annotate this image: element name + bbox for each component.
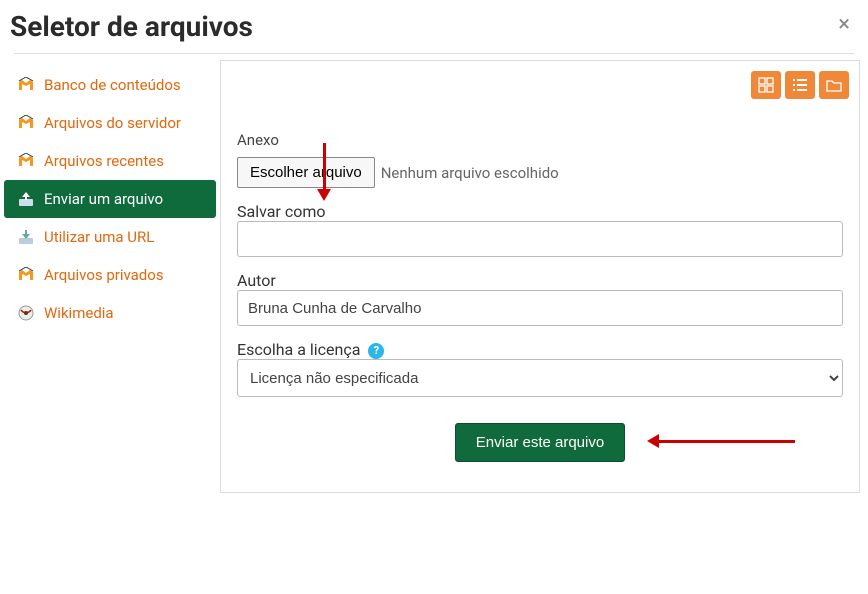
sidebar-item-label: Banco de conteúdos: [44, 76, 181, 94]
folder-icon: [826, 77, 842, 93]
wikimedia-icon: [18, 305, 34, 321]
file-status-text: Nenhum arquivo escolhido: [381, 164, 559, 182]
license-select[interactable]: Licença não especificada: [237, 359, 843, 397]
sidebar-item-recent-files[interactable]: Arquivos recentes: [4, 142, 216, 180]
save-as-input[interactable]: [237, 221, 843, 257]
sidebar-item-label: Utilizar uma URL: [44, 228, 154, 246]
list-icon: [792, 77, 808, 93]
author-label: Autor: [237, 271, 276, 290]
moodle-icon: [18, 153, 34, 169]
sidebar-item-label: Enviar um arquivo: [44, 190, 163, 208]
sidebar-item-label: Wikimedia: [44, 304, 114, 322]
repository-sidebar: Banco de conteúdos Arquivos do servidor …: [0, 60, 220, 493]
save-as-label: Salvar como: [237, 202, 325, 221]
license-label: Escolha a licença ?: [237, 340, 384, 359]
upload-submit-button[interactable]: Enviar este arquivo: [455, 423, 625, 462]
attachment-label: Anexo: [237, 131, 843, 149]
view-tree-button[interactable]: [819, 71, 849, 99]
view-details-button[interactable]: [785, 71, 815, 99]
license-label-text: Escolha a licença: [237, 340, 360, 359]
main-panel: Anexo Escolher arquivo Nenhum arquivo es…: [220, 60, 860, 493]
moodle-icon: [18, 77, 34, 93]
grid-icon: [758, 77, 774, 93]
sidebar-item-label: Arquivos do servidor: [44, 114, 181, 132]
header-divider: [14, 53, 854, 54]
sidebar-item-wikimedia[interactable]: Wikimedia: [4, 294, 216, 332]
view-toggle-group: [751, 71, 849, 99]
upload-icon: [18, 191, 34, 207]
sidebar-item-label: Arquivos recentes: [44, 152, 164, 170]
sidebar-item-label: Arquivos privados: [44, 266, 164, 284]
sidebar-item-content-bank[interactable]: Banco de conteúdos: [4, 66, 216, 104]
dialog-title: Seletor de arquivos: [10, 10, 253, 43]
choose-file-button[interactable]: Escolher arquivo: [237, 157, 375, 188]
sidebar-item-server-files[interactable]: Arquivos do servidor: [4, 104, 216, 142]
sidebar-item-upload-file[interactable]: Enviar um arquivo: [4, 180, 216, 218]
download-icon: [18, 229, 34, 245]
view-icons-button[interactable]: [751, 71, 781, 99]
annotation-arrow-left: [647, 437, 797, 447]
sidebar-item-url-downloader[interactable]: Utilizar uma URL: [4, 218, 216, 256]
sidebar-item-private-files[interactable]: Arquivos privados: [4, 256, 216, 294]
close-button[interactable]: ×: [834, 10, 854, 40]
moodle-icon: [18, 115, 34, 131]
author-input[interactable]: [237, 290, 843, 326]
help-icon[interactable]: ?: [368, 343, 384, 359]
moodle-icon: [18, 267, 34, 283]
